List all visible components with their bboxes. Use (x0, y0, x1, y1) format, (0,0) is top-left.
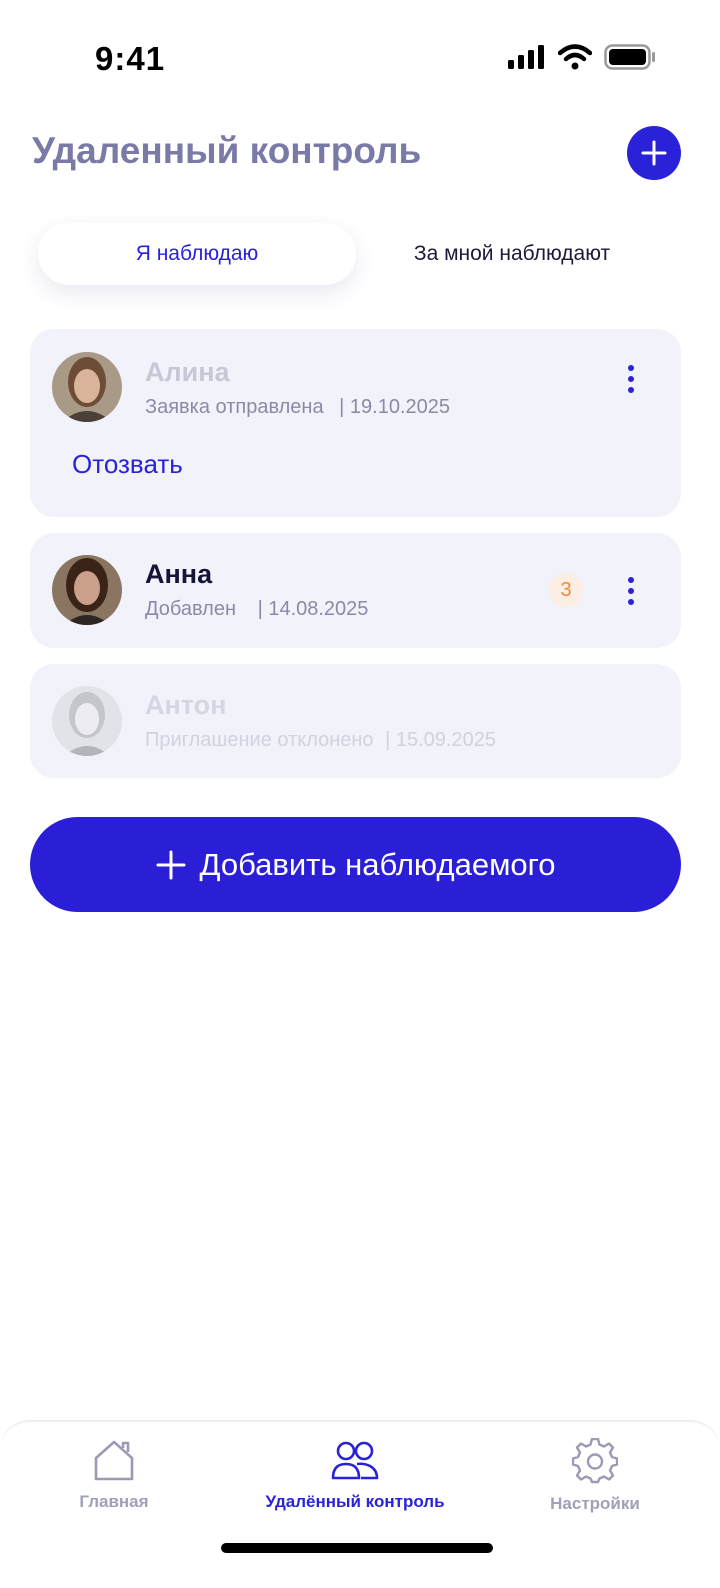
more-menu-button[interactable] (619, 359, 643, 399)
home-icon (94, 1440, 134, 1481)
add-watched-button[interactable]: Добавить наблюдаемого (30, 817, 681, 912)
revoke-link[interactable]: Отозвать (72, 449, 183, 480)
battery-icon (604, 44, 655, 70)
add-contact-button[interactable] (627, 126, 681, 180)
avatar (52, 352, 122, 422)
status-icons (508, 44, 656, 70)
plus-icon (156, 850, 185, 879)
status-date: | 19.10.2025 (339, 396, 450, 418)
people-icon (331, 1441, 379, 1480)
signal-icon (508, 45, 544, 69)
contact-name: Антон (145, 690, 227, 720)
nav-item-home[interactable]: Главная (54, 1438, 174, 1512)
contact-card[interactable]: Анна Добавлен | 14.08.2025 3 (30, 533, 681, 648)
status-time: 9:41 (95, 40, 166, 77)
tab-i-watch[interactable]: Я наблюдаю (38, 223, 356, 285)
avatar (52, 686, 122, 756)
gear-icon (572, 1438, 618, 1484)
bottom-nav: Главная Удалённый контроль Настройки (0, 1420, 720, 1588)
tab-switcher: Я наблюдаю За мной наблюдают (38, 223, 682, 285)
more-menu-button[interactable] (619, 571, 643, 611)
page-title: Удаленный контроль (32, 130, 422, 171)
add-watched-label: Добавить наблюдаемого (199, 846, 556, 882)
contact-name: Анна (145, 559, 213, 589)
tab-watched-by[interactable]: За мной наблюдают (356, 223, 668, 285)
plus-icon (641, 140, 667, 166)
nav-label: Удалённый контроль (265, 1492, 445, 1511)
status-text: Добавлен (145, 598, 237, 620)
status-bar: 9:41 (0, 0, 720, 120)
status-date: | 14.08.2025 (257, 598, 369, 620)
status-text: Заявка отправлена (145, 396, 324, 418)
contact-status: Приглашение отклонено | 15.09.2025 (145, 729, 496, 752)
contact-status: Добавлен | 14.08.2025 (145, 598, 368, 621)
nav-item-remote-control[interactable]: Удалённый контроль (235, 1438, 475, 1512)
contact-card[interactable]: Антон Приглашение отклонено | 15.09.2025 (30, 664, 681, 778)
contact-card[interactable]: Алина Заявка отправлена | 19.10.2025 Ото… (30, 329, 681, 517)
contact-name: Алина (145, 357, 230, 387)
nav-label: Главная (79, 1492, 149, 1511)
nav-item-settings[interactable]: Настройки (535, 1438, 655, 1514)
avatar (52, 555, 122, 625)
nav-label: Настройки (550, 1494, 640, 1513)
notification-badge: 3 (549, 573, 583, 607)
wifi-icon (558, 44, 592, 70)
contact-status: Заявка отправлена | 19.10.2025 (145, 396, 450, 419)
status-date: | 15.09.2025 (385, 729, 496, 751)
home-indicator (221, 1543, 493, 1553)
status-text: Приглашение отклонено (145, 729, 374, 751)
